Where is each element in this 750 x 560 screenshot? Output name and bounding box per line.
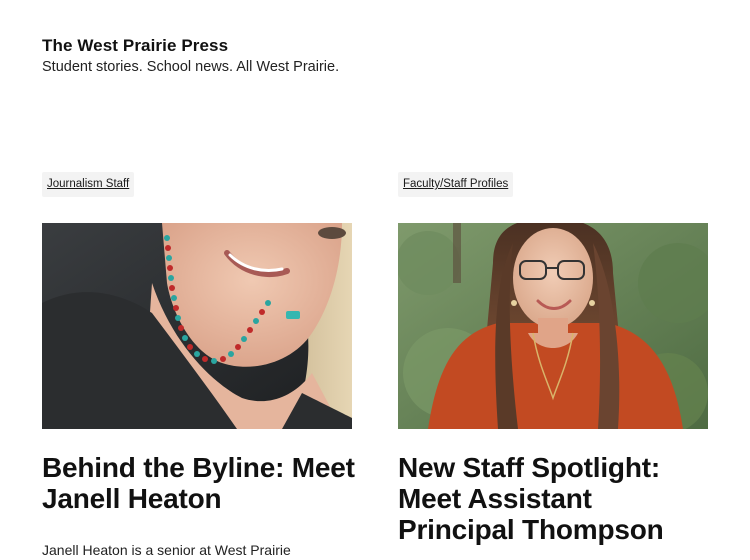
post-excerpt-janell-heaton: Janell Heaton is a senior at West Prairi… [42, 542, 291, 558]
post-title-line: Janell Heaton [42, 483, 222, 514]
post-thumbnail-janell-heaton[interactable] [42, 223, 352, 429]
category-tag-faculty-staff-profiles[interactable]: Faculty/Staff Profiles [398, 172, 514, 197]
post-title-line: Meet Assistant [398, 483, 592, 514]
post-title-janell-heaton[interactable]: Behind the Byline: Meet Janell Heaton [42, 452, 362, 514]
site-header: The West Prairie Press Student stories. … [42, 36, 339, 76]
category-tag-journalism-staff[interactable]: Journalism Staff [42, 172, 135, 197]
post-card-janell-heaton: Journalism Staff Behind the Byline: Meet… [42, 172, 355, 558]
post-title-line: New Staff Spotlight: [398, 452, 660, 483]
site-title[interactable]: The West Prairie Press [42, 36, 339, 56]
post-thumbnail-principal-thompson[interactable] [398, 223, 708, 429]
post-title-line: Behind the Byline: Meet [42, 452, 355, 483]
post-card-principal-thompson: Faculty/Staff Profiles New Staff Spotlig… [398, 172, 708, 545]
post-title-line: Principal Thompson [398, 514, 664, 545]
post-title-principal-thompson[interactable]: New Staff Spotlight: Meet Assistant Prin… [398, 452, 718, 545]
site-tagline: Student stories. School news. All West P… [42, 59, 340, 75]
